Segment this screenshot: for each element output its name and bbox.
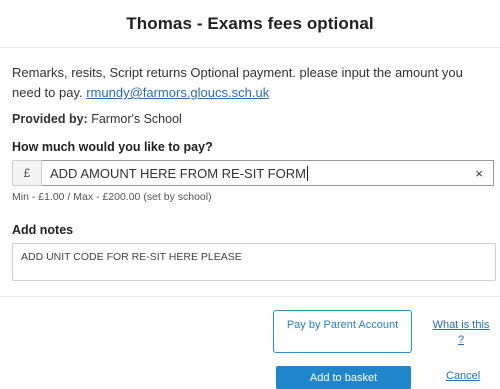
notes-title: Add notes	[12, 223, 74, 237]
amount-input-value[interactable]: ADD AMOUNT HERE FROM RE-SIT FORM	[50, 166, 306, 181]
cancel-link[interactable]: Cancel	[446, 370, 480, 382]
what-is-this-link[interactable]: What is this ?	[428, 318, 494, 348]
amount-input[interactable]: ADD AMOUNT HERE FROM RE-SIT FORM ×	[42, 160, 494, 186]
notes-textarea[interactable]: ADD UNIT CODE FOR RE-SIT HERE PLEASE	[12, 243, 496, 281]
close-icon[interactable]: ×	[475, 166, 483, 181]
footer-divider	[0, 296, 500, 297]
add-to-basket-button[interactable]: Add to basket	[276, 366, 411, 389]
payment-question: How much would you like to pay?	[12, 140, 213, 154]
description-text: Remarks, resits, Script returns Optional…	[12, 63, 490, 103]
provided-by-label: Provided by:	[12, 112, 88, 126]
dialog-title: Thomas - Exams fees optional	[126, 13, 374, 33]
amount-field-group: £ ADD AMOUNT HERE FROM RE-SIT FORM ×	[12, 160, 494, 186]
provider-name: Farmor's School	[91, 112, 182, 126]
email-link[interactable]: rmundy@farmors.gloucs.sch.uk	[86, 85, 269, 100]
dialog-header: Thomas - Exams fees optional	[0, 0, 500, 48]
amount-limits: Min - £1.00 / Max - £200.00 (set by scho…	[12, 191, 212, 203]
provided-by: Provided by: Farmor's School	[12, 112, 182, 126]
currency-symbol: £	[12, 160, 42, 186]
text-caret	[306, 165, 308, 181]
pay-by-parent-account-button[interactable]: Pay by Parent Account	[273, 310, 412, 353]
